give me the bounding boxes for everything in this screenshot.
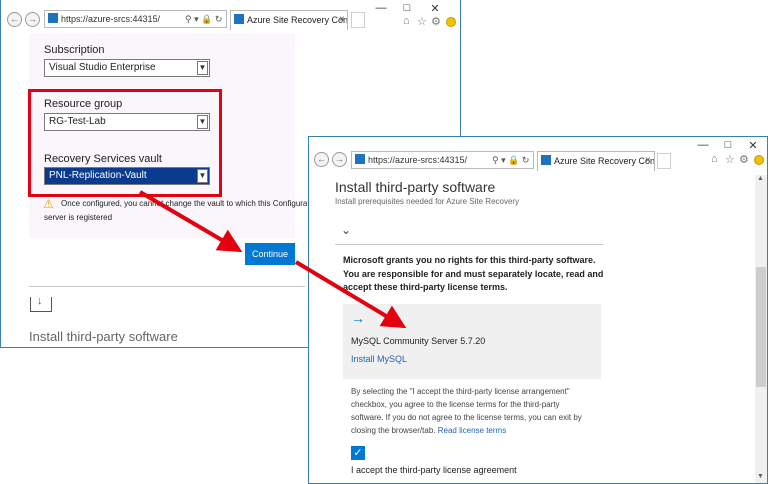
arrow-to-mysql [294, 260, 407, 329]
annotation-arrows [138, 190, 407, 329]
arrow-to-continue [138, 190, 243, 253]
